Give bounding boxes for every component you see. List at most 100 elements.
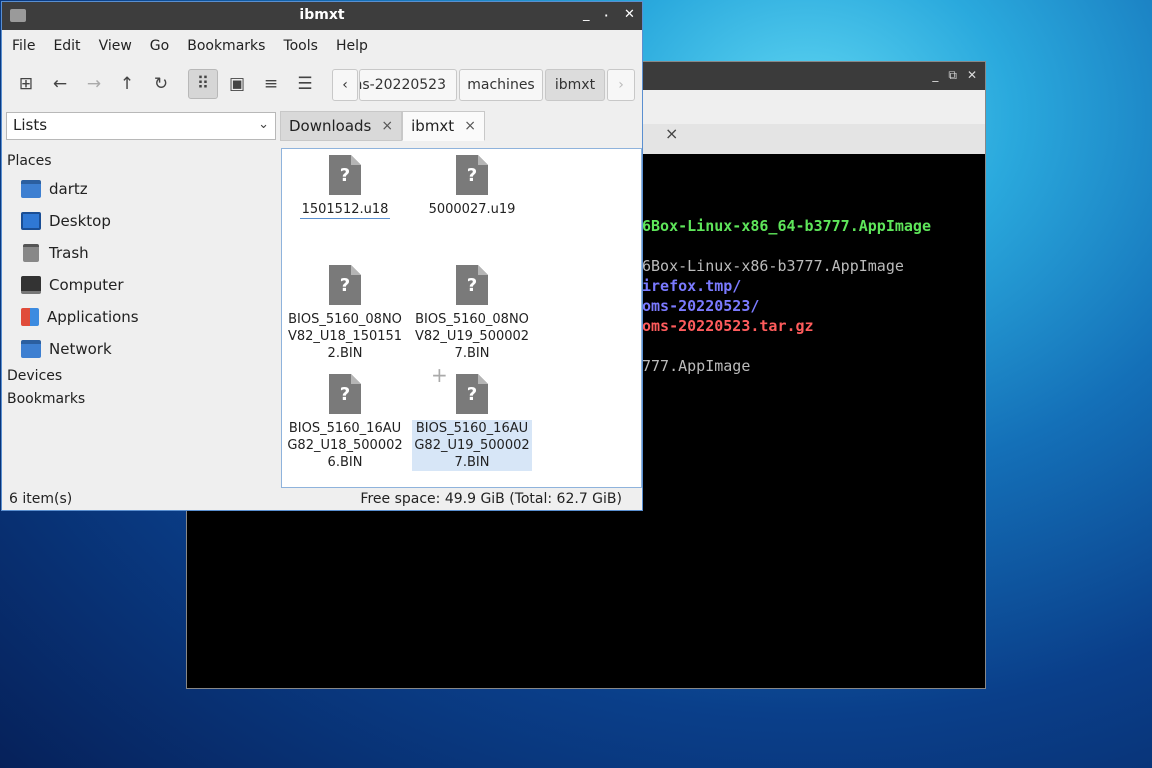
unknown-file-icon: ? [329, 374, 361, 414]
menubar: File Edit View Go Bookmarks Tools Help [2, 30, 642, 62]
file-item-selected[interactable]: ? BIOS_5160_16AUG82_U19_5000027.BIN [412, 374, 532, 471]
new-tab-icon: ⊞ [18, 74, 34, 94]
tab-close-icon[interactable]: × [381, 118, 393, 134]
unknown-file-icon: ? [456, 374, 488, 414]
menu-edit[interactable]: Edit [53, 38, 90, 54]
file-name: 1501512.u18 [299, 202, 391, 219]
sidebar-item-dartz[interactable]: dartz [7, 173, 277, 205]
question-glyph: ? [466, 384, 478, 405]
menu-tools[interactable]: Tools [283, 38, 328, 54]
menu-go[interactable]: Go [150, 38, 179, 54]
question-glyph: ? [339, 165, 351, 186]
sidebar-item-trash[interactable]: Trash [7, 237, 277, 269]
new-tab-button[interactable]: ⊞ [11, 69, 41, 99]
sidebar-item-label: Desktop [49, 212, 111, 230]
detailed-view-button[interactable]: ☰ [290, 69, 320, 99]
sidebar-item-label: Trash [49, 244, 89, 262]
file-item[interactable]: ? 1501512.u18 [285, 155, 405, 219]
terminal-line: 777.AppImage [642, 357, 751, 375]
up-arrow-icon: ↑ [119, 74, 135, 94]
file-item[interactable]: ? BIOS_5160_16AUG82_U18_5000026.BIN [285, 374, 405, 471]
file-name: BIOS_5160_08NOV82_U18_1501512.BIN [287, 312, 403, 361]
back-arrow-icon: ← [52, 74, 68, 94]
detail-list-icon: ☰ [297, 74, 313, 94]
status-bar: 6 item(s) Free space: 49.9 GiB (Total: 6… [2, 490, 642, 510]
forward-button[interactable]: → [79, 69, 109, 99]
home-folder-icon [21, 180, 41, 198]
bookmarks-header[interactable]: Bookmarks [7, 388, 277, 411]
unknown-file-icon: ? [456, 265, 488, 305]
applications-icon [21, 308, 39, 326]
file-name: BIOS_5160_16AUG82_U18_5000026.BIN [287, 421, 403, 470]
compact-list-icon: ≡ [263, 74, 279, 94]
file-item[interactable]: ? BIOS_5160_08NOV82_U18_1501512.BIN [285, 265, 405, 362]
sidebar-item-applications[interactable]: Applications [7, 301, 277, 333]
question-glyph: ? [339, 384, 351, 405]
breadcrumb-scroll-right[interactable]: › [607, 69, 635, 101]
terminal-tab-close-icon[interactable]: × [665, 124, 678, 143]
terminal-minimize-button[interactable]: _ [932, 68, 938, 83]
terminal-close-button[interactable]: ✕ [967, 68, 977, 83]
file-view[interactable]: ? 1501512.u18 ? 5000027.u19 ? BIOS_5160_… [281, 148, 642, 488]
minimize-button[interactable]: _ [583, 7, 590, 22]
breadcrumb-item[interactable]: machines [459, 69, 543, 101]
sidebar-item-label: Applications [47, 308, 139, 326]
image-icon: ▣ [228, 74, 246, 94]
tab-ibmxt[interactable]: ibmxt × [402, 111, 485, 141]
places-header[interactable]: Places [7, 150, 277, 173]
unknown-file-icon: ? [456, 155, 488, 195]
sidebar-item-label: dartz [49, 180, 88, 198]
menu-file[interactable]: File [12, 38, 45, 54]
sidebar-item-label: Computer [49, 276, 124, 294]
computer-icon [21, 276, 41, 294]
sidebar-item-desktop[interactable]: Desktop [7, 205, 277, 237]
file-item[interactable]: ? BIOS_5160_08NOV82_U19_5000027.BIN [412, 265, 532, 362]
menu-view[interactable]: View [99, 38, 142, 54]
menu-help[interactable]: Help [336, 38, 378, 54]
tab-bar: Downloads × ibmxt × [280, 111, 485, 141]
back-button[interactable]: ← [45, 69, 75, 99]
breadcrumb-scroll-left[interactable]: ‹ [332, 69, 358, 101]
devices-header[interactable]: Devices [7, 365, 277, 388]
terminal-maximize-button[interactable]: ⧉ [948, 68, 957, 83]
free-space: Free space: 49.9 GiB (Total: 62.7 GiB) [360, 491, 622, 507]
reload-icon: ↻ [153, 74, 169, 94]
close-button[interactable]: ✕ [624, 7, 635, 22]
side-pane-mode-select[interactable]: Lists ⌄ [6, 112, 276, 140]
icon-view-button[interactable]: ⠿ [188, 69, 218, 99]
sidebar: Places dartz Desktop Trash Computer Appl… [7, 150, 277, 411]
reload-button[interactable]: ↻ [146, 69, 176, 99]
file-item[interactable]: ? 5000027.u19 [412, 155, 532, 218]
breadcrumb-item[interactable]: ms-20220523 [359, 69, 457, 101]
chevron-left-icon: ‹ [342, 77, 348, 93]
terminal-line: oms-20220523/ [642, 297, 760, 315]
sidebar-item-computer[interactable]: Computer [7, 269, 277, 301]
terminal-line: 6Box-Linux-x86-b3777.AppImage [642, 257, 904, 275]
grid-icon: ⠿ [196, 74, 210, 94]
maximize-button[interactable]: ⬝ [605, 11, 607, 21]
tab-downloads[interactable]: Downloads × [280, 111, 403, 141]
tab-close-icon[interactable]: × [464, 118, 476, 134]
window-title: ibmxt [299, 7, 345, 23]
sidebar-item-network[interactable]: Network [7, 333, 277, 365]
unknown-file-icon: ? [329, 155, 361, 195]
terminal-line: irefox.tmp/ [642, 277, 742, 295]
side-pane-mode-value: Lists [13, 116, 48, 134]
thumbnail-view-button[interactable]: ▣ [222, 69, 252, 99]
forward-arrow-icon: → [86, 74, 102, 94]
titlebar[interactable]: ibmxt _ ⬝ ✕ [2, 2, 642, 30]
compact-view-button[interactable]: ≡ [256, 69, 286, 99]
question-glyph: ? [466, 275, 478, 296]
unknown-file-icon: ? [329, 265, 361, 305]
up-button[interactable]: ↑ [112, 69, 142, 99]
menu-bookmarks[interactable]: Bookmarks [187, 38, 275, 54]
terminal-line: oms-20220523.tar.gz [642, 317, 814, 335]
file-name: BIOS_5160_08NOV82_U19_5000027.BIN [414, 312, 530, 361]
network-icon [21, 340, 41, 358]
tab-label: ibmxt [411, 117, 455, 135]
trash-icon [23, 244, 39, 262]
sidebar-item-label: Network [49, 340, 112, 358]
chevron-right-icon: › [618, 77, 624, 93]
file-manager-window[interactable]: ibmxt _ ⬝ ✕ File Edit View Go Bookmarks … [1, 1, 643, 511]
breadcrumb-item-current[interactable]: ibmxt [545, 69, 605, 101]
